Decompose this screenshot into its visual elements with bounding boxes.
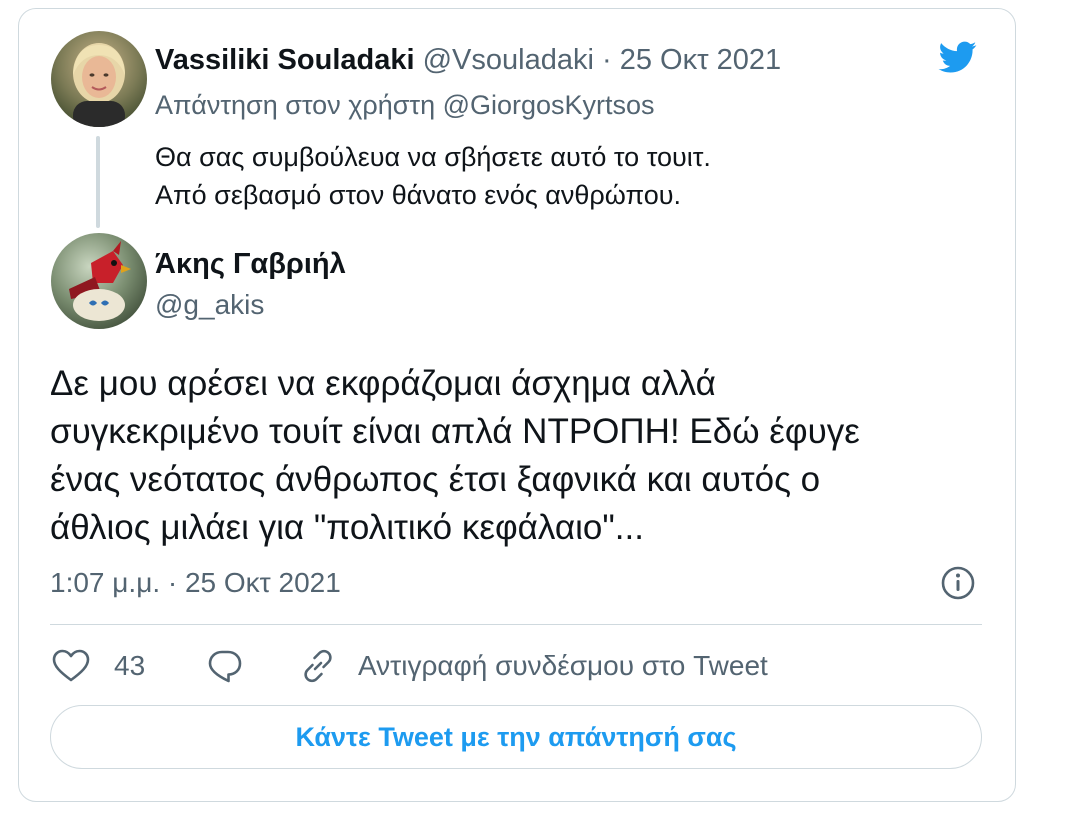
parent-tweet-header: Vassiliki Souladaki @Vsouladaki · 25 Οκτ… [155, 42, 781, 78]
avatar-photo [51, 233, 147, 329]
reply-to-label[interactable]: Απάντηση στον χρήστη @GiorgosKyrtsos [155, 88, 655, 122]
twitter-bird-icon[interactable] [935, 38, 981, 76]
main-text-line: άθλιος μιλάει για "πολιτικό κεφάλαιο"... [50, 508, 644, 547]
like-button[interactable]: 43 [52, 646, 145, 686]
reply-button[interactable] [207, 646, 243, 686]
actions-divider [50, 624, 982, 625]
main-author-handle[interactable]: @g_akis [155, 288, 264, 322]
parent-tweet-date[interactable]: 25 Οκτ 2021 [620, 44, 781, 76]
parent-text-line: Θα σας συμβούλευα να σβήσετε αυτό το του… [155, 142, 711, 172]
copy-link-button[interactable]: Αντιγραφή συνδέσμου στο Tweet [300, 646, 768, 686]
main-author-name[interactable]: Άκης Γαβριήλ [155, 246, 346, 282]
tweet-your-reply-button[interactable]: Κάντε Tweet με την απάντησή σας [50, 705, 982, 769]
main-text-line: συγκεκριμένο τουίτ είναι απλά ΝΤΡΟΠΗ! Εδ… [50, 412, 860, 451]
main-text-line: ένας νεότατος άνθρωπος έτσι ξαφνικά και … [50, 460, 821, 499]
info-icon[interactable] [940, 565, 976, 601]
reply-bubble-icon [208, 650, 242, 683]
avatar-photo [51, 31, 147, 127]
link-icon [304, 649, 332, 683]
tweet-timestamp[interactable]: 1:07 μ.μ. · 25 Οκτ 2021 [50, 566, 341, 600]
parent-tweet-text: Θα σας συμβούλευα να σβήσετε αυτό το του… [155, 138, 711, 214]
copy-link-label: Αντιγραφή συνδέσμου στο Tweet [358, 650, 768, 681]
thread-connector-line [96, 136, 100, 228]
header-separator: · [601, 44, 612, 76]
like-count: 43 [114, 650, 146, 681]
main-text-line: Δε μου αρέσει να εκφράζομαι άσχημα αλλά [50, 364, 716, 403]
parent-author-name[interactable]: Vassiliki Souladaki [155, 44, 415, 76]
heart-icon [52, 649, 90, 682]
avatar-vsouladaki[interactable] [51, 31, 147, 127]
parent-text-line: Από σεβασμό στον θάνατο ενός ανθρώπου. [155, 180, 682, 210]
main-tweet-text: Δε μου αρέσει να εκφράζομαι άσχημα αλλά … [50, 360, 990, 552]
parent-author-handle[interactable]: @Vsouladaki [423, 44, 594, 76]
avatar-g-akis[interactable] [51, 233, 147, 329]
